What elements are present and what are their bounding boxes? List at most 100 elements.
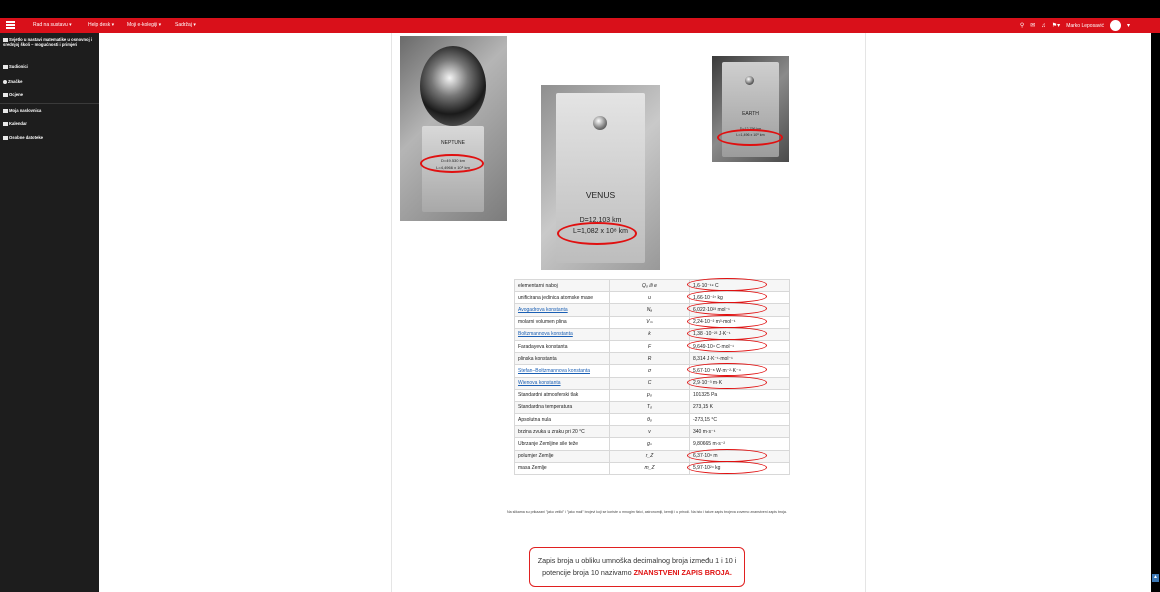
constant-value: 101325 Pa — [689, 388, 790, 402]
constant-value: 5,67·10⁻⁸ W·m⁻²·K⁻⁴ — [687, 363, 790, 378]
constant-name: polumjer Zemlje — [514, 449, 610, 463]
constant-symbol: v — [609, 425, 690, 439]
badge-icon — [3, 79, 7, 84]
constant-symbol: k — [609, 327, 690, 341]
table-row: brzina zvuka u zraku pri 20 °C v 340 m·s⁻¹ — [514, 425, 790, 439]
right-strip: ▲ — [1151, 33, 1160, 592]
constant-symbol: u — [609, 291, 690, 305]
earth-photo: EARTH D=12.756 km L=1,496 x 10⁸ km — [712, 56, 789, 162]
constant-name: Ubrzanje Zemljine sile teže — [514, 437, 610, 451]
constant-value: 273,15 K — [689, 400, 790, 415]
sidebar-item-label: Osobne datoteke — [9, 135, 43, 140]
neptune-photo: NEPTUNE D=49.530 km L=4,4966 x 10⁹ km — [400, 36, 507, 221]
file-icon — [3, 135, 8, 140]
constant-symbol: θ₀ — [609, 413, 690, 427]
constant-value: 5,97·10²⁴ kg — [687, 460, 790, 476]
constant-name[interactable]: Avogadrova konstanta — [514, 303, 610, 317]
earth-sphere — [745, 76, 754, 85]
sidebar-item-datoteke[interactable]: Osobne datoteke — [3, 135, 43, 140]
constant-symbol: C — [609, 376, 690, 390]
search-icon[interactable]: ⚲ — [1020, 22, 1024, 29]
venus-name: VENUS — [585, 190, 616, 200]
flag-menu[interactable]: ⚑▾ — [1052, 22, 1060, 29]
highlight-ring — [420, 154, 484, 173]
table-row: plinska konstanta R 8,314 J·K⁻¹·mol⁻¹ — [514, 352, 790, 366]
highlight-ring — [687, 278, 767, 291]
constant-name: plinska konstanta — [514, 352, 610, 366]
venus-sphere — [593, 116, 607, 130]
highlight-ring — [687, 375, 767, 389]
content-column: NEPTUNE D=49.530 km L=4,4966 x 10⁹ km VE… — [391, 33, 866, 592]
dashboard-icon — [3, 108, 8, 113]
constant-name: Standardna temperatura — [514, 400, 610, 415]
flag-caret: ▾ — [1057, 23, 1061, 29]
table-row: Faradayeva konstanta F 9,649·10⁴ C·mol⁻¹ — [514, 338, 790, 354]
main-navbar: Rad na sustavu ▾ Help desk ▾ Moji e-kole… — [0, 18, 1160, 33]
sidebar-item-kalendar[interactable]: Kalendar — [3, 121, 27, 126]
sidebar-item-label: Kalendar — [9, 121, 27, 126]
calendar-icon — [3, 121, 8, 126]
note-text: Na slikama su prikazani "jako veliki" i … — [507, 510, 787, 514]
sidebar-divider — [0, 103, 99, 104]
definition-box: Zapis broja u obliku umnoška decimalnog … — [529, 547, 745, 587]
avatar[interactable] — [1109, 20, 1121, 31]
nav-moji-e-kolegiji[interactable]: Moji e-kolegiji ▾ — [127, 22, 161, 28]
table-row: Avogadrova konstanta Nₐ 6,022·10²³ mol⁻¹ — [514, 302, 790, 317]
constant-value: 6,022·10²³ mol⁻¹ — [687, 302, 790, 317]
constant-name: Apsolutna nula — [514, 413, 610, 427]
constant-name[interactable]: Wienova konstanta — [514, 376, 610, 390]
earth-name: EARTH — [742, 111, 759, 117]
sidebar-item-course[interactable]: Svjetlo u nastavi matematike u osnovnoj … — [3, 37, 95, 47]
highlight-ring — [687, 326, 767, 340]
neptune-name: NEPTUNE — [441, 140, 465, 146]
table-row: Wienova konstanta C 2,9·10⁻³ m·K — [514, 375, 790, 390]
users-icon — [3, 64, 8, 69]
highlight-ring — [687, 314, 767, 328]
constant-symbol: p₀ — [609, 388, 690, 402]
constants-table: elementarni naboj Q₀ ili e 1,6·10⁻¹⁹ Cunif… — [514, 278, 790, 476]
table-row: masa Zemlje m_Z 5,97·10²⁴ kg — [514, 460, 790, 476]
messages-icon[interactable]: ✉ — [1030, 22, 1035, 29]
constant-value: -273,15 °C — [689, 413, 790, 427]
table-row: Standardni atmosferski tlak p₀ 101325 Pa — [514, 388, 790, 402]
menu-icon[interactable] — [6, 21, 15, 29]
sidebar-item-label: Sudionici — [9, 64, 28, 69]
constant-name[interactable]: Stefan–Boltzmannova konstanta — [514, 364, 610, 378]
highlight-ring — [687, 338, 767, 352]
grades-icon — [3, 92, 8, 97]
nav-help-desk[interactable]: Help desk ▾ — [88, 22, 114, 28]
constant-name: brzina zvuka u zraku pri 20 °C — [514, 425, 610, 439]
constant-symbol: Vₘ — [609, 315, 690, 329]
constant-value: 340 m·s⁻¹ — [689, 425, 790, 439]
table-row: polumjer Zemlje r_Z 6,37·10⁶ m — [514, 448, 790, 463]
sidebar-item-znacke[interactable]: Značke — [3, 79, 22, 84]
notifications-icon[interactable]: ♫ — [1041, 23, 1046, 29]
definition-line1: Zapis broja u obliku umnoška decimalnog … — [537, 556, 737, 565]
constant-symbol: R — [609, 352, 690, 366]
sidebar-item-ocjene[interactable]: Ocjene — [3, 92, 23, 97]
sphere-shape — [420, 46, 486, 126]
constant-name: masa Zemlje — [514, 461, 610, 476]
user-caret[interactable]: ▾ — [1127, 22, 1130, 29]
constant-name[interactable]: Boltzmannova konstanta — [514, 327, 610, 341]
constant-name: Faradayeva konstanta — [514, 339, 610, 354]
sidebar-item-label: Ocjene — [9, 92, 23, 97]
constant-value: 2,9·10⁻³ m·K — [687, 375, 790, 390]
sidebar-item-sudionici[interactable]: Sudionici — [3, 64, 28, 69]
user-name[interactable]: Marko Leposavić — [1066, 23, 1104, 29]
highlight-ring — [557, 222, 637, 245]
table-row: molarni volumen plina Vₘ 2,24·10⁻² m³·mol⁻… — [514, 314, 790, 329]
constant-name: Standardni atmosferski tlak — [514, 388, 610, 402]
venus-photo: VENUS D=12.103 km L=1,082 x 10⁸ km — [541, 85, 660, 270]
nav-rad-na-sustavu[interactable]: Rad na sustavu ▾ — [33, 22, 72, 28]
table-row: Stefan–Boltzmannova konstanta σ 5,67·10⁻⁸ … — [514, 363, 790, 378]
definition-text: potencije broja 10 nazivamo — [542, 568, 632, 577]
nav-sadrzaj[interactable]: Sadržaj ▾ — [175, 22, 196, 28]
constant-value: 9,649·10⁴ C·mol⁻¹ — [687, 338, 790, 354]
table-row: Apsolutna nula θ₀ -273,15 °C — [514, 413, 790, 427]
scroll-top-button[interactable]: ▲ — [1152, 574, 1159, 582]
constant-symbol: F — [609, 339, 690, 354]
sidebar-course-label: Svjetlo u nastavi matematike u osnovnoj … — [3, 37, 93, 47]
table-row: Standardna temperatura T₀ 273,15 K — [514, 400, 790, 415]
sidebar-item-naslovnica[interactable]: Moja naslovnica — [3, 108, 41, 113]
